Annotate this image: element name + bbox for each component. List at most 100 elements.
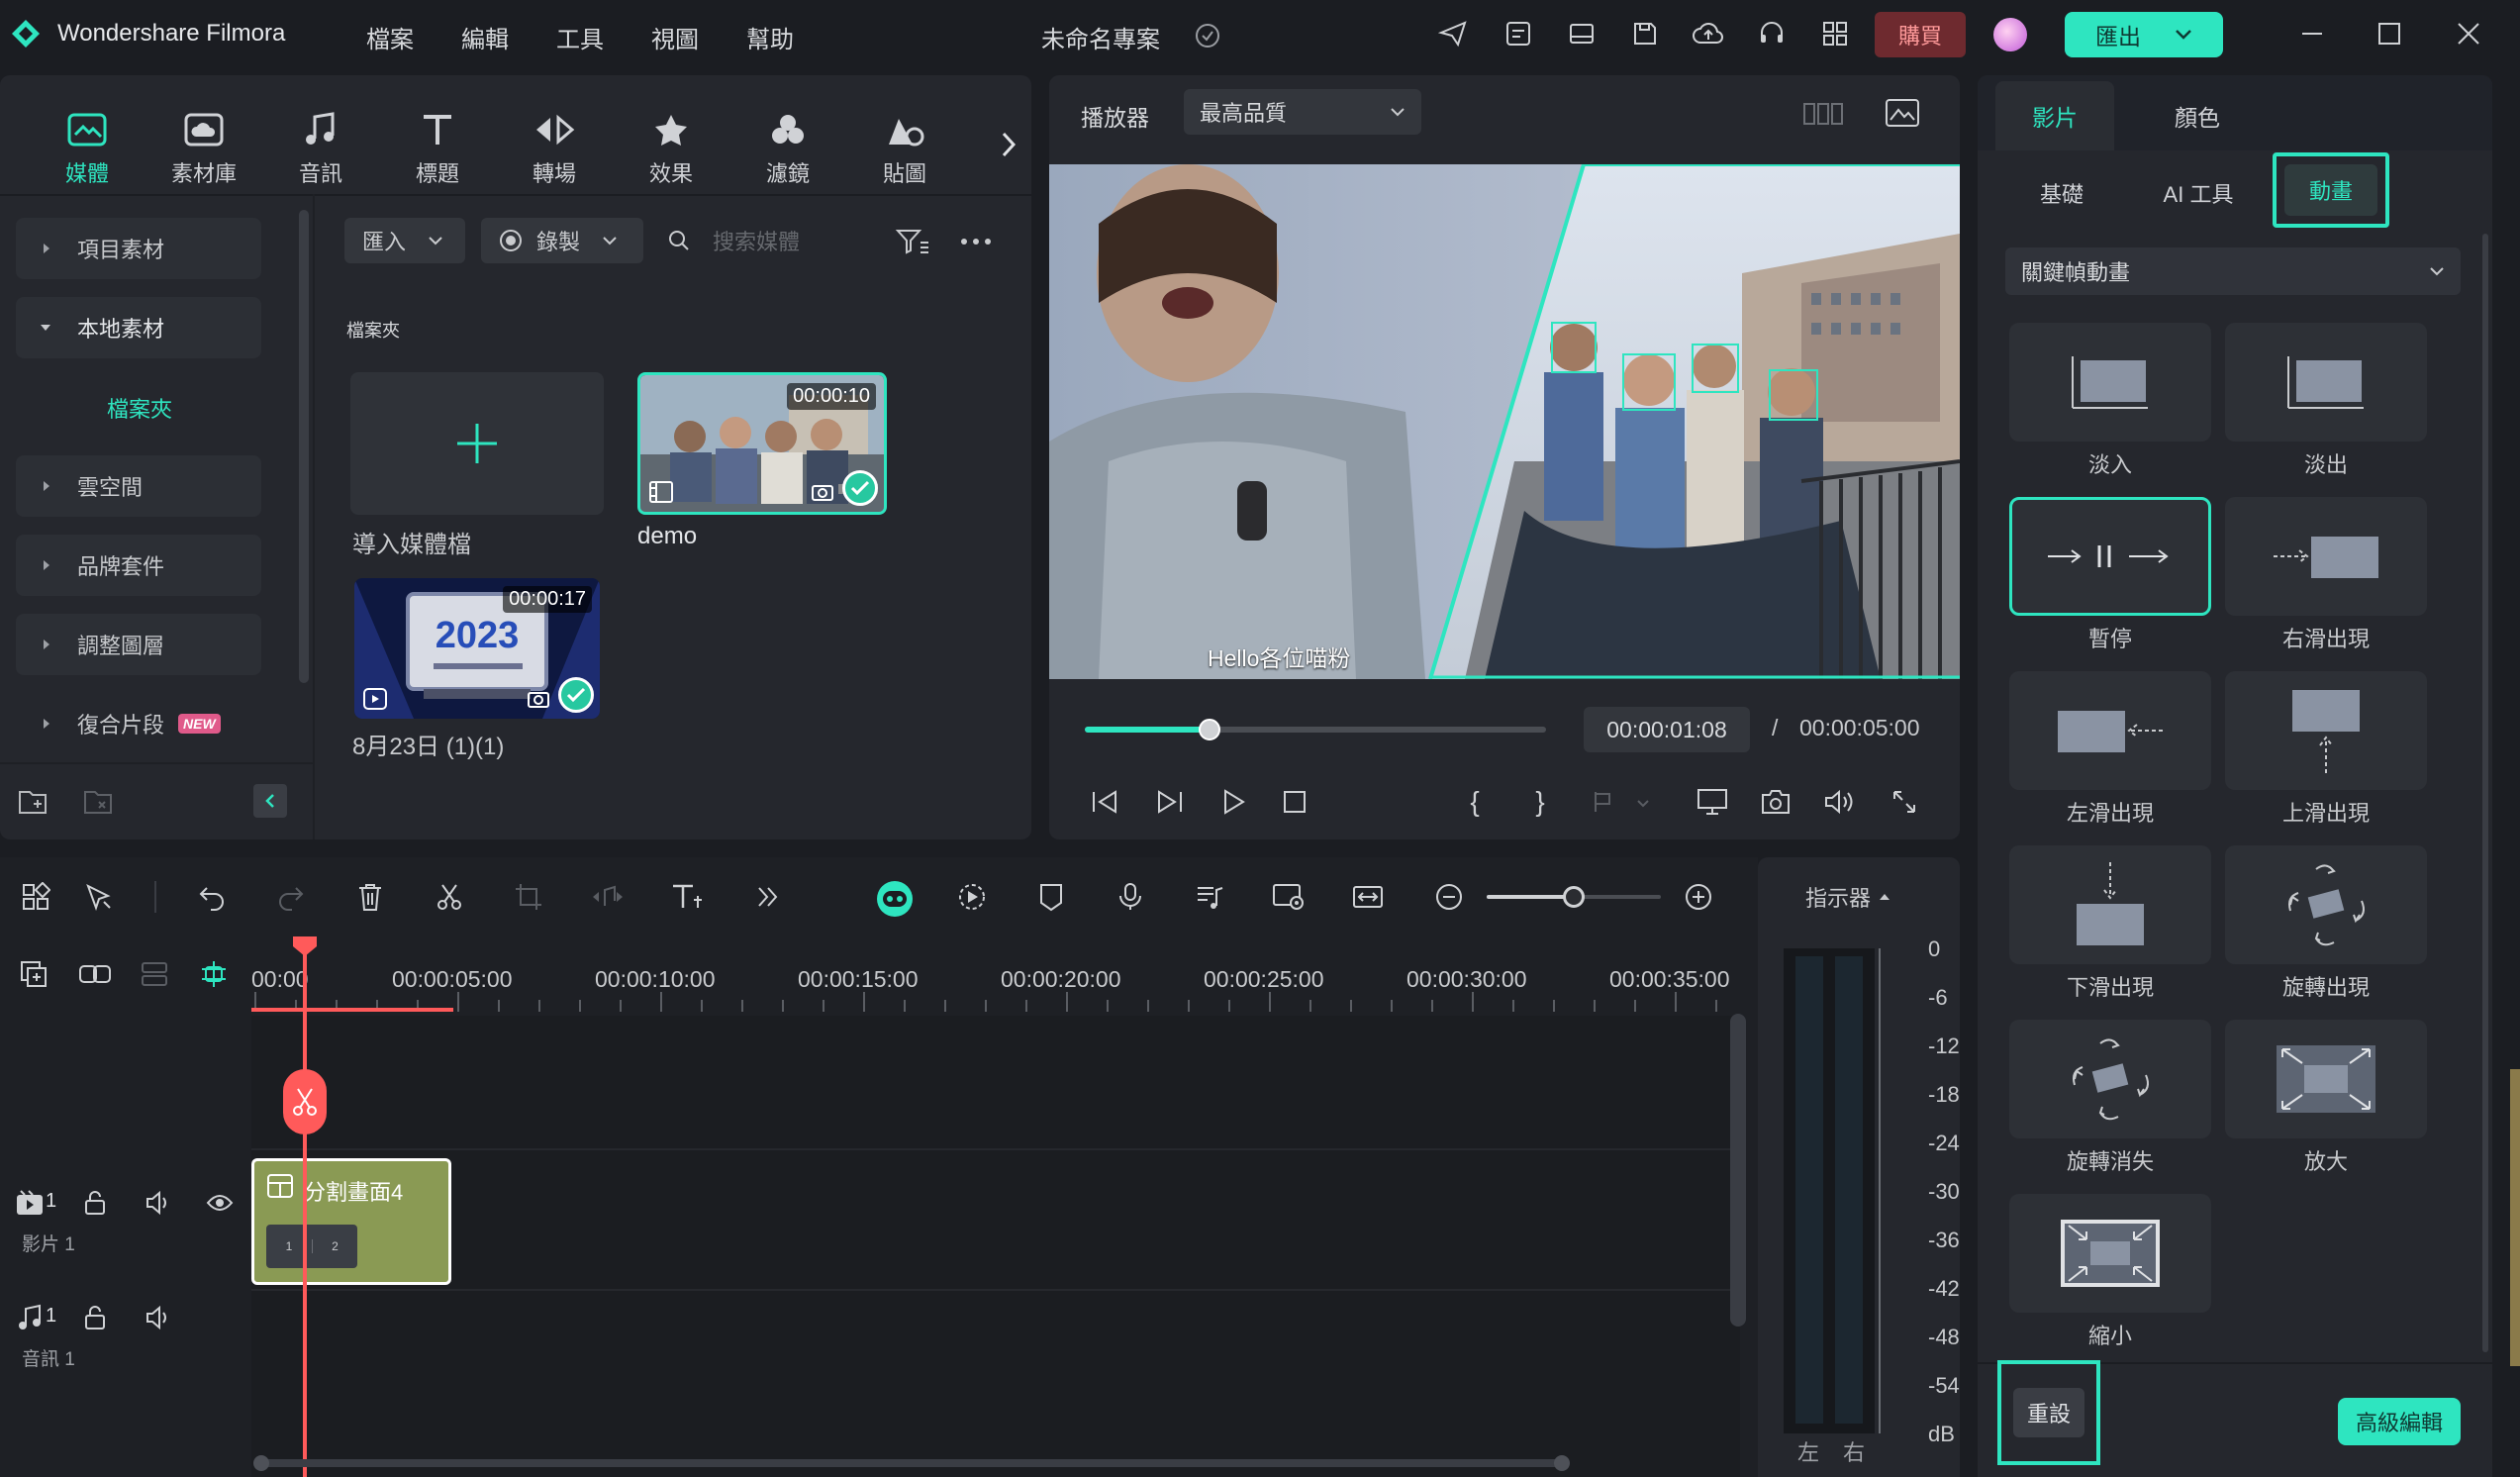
more-options-icon[interactable] [956,224,996,259]
property-scrollbar[interactable] [2482,234,2488,1352]
speaker-icon[interactable] [141,1186,176,1220]
sidebar-item-project-media[interactable]: 項目素材 [16,218,261,279]
layout-grid-icon[interactable] [16,877,55,917]
keyframe-animation-dropdown[interactable]: 關鍵幀動畫 [2005,247,2461,295]
link-clips-icon[interactable] [75,956,115,992]
anim-slide-in-right[interactable] [2225,497,2427,616]
search-input[interactable]: 搜索媒體 [667,220,865,261]
timeline-horizontal-scrollbar[interactable] [253,1455,1570,1471]
anim-zoom-in[interactable] [2225,1020,2427,1138]
camera-snapshot-icon[interactable] [1756,782,1795,822]
import-dropdown[interactable]: 匯入 [344,218,465,263]
sidebar-item-folder[interactable]: 檔案夾 [107,392,172,424]
ai-copilot-icon[interactable] [873,877,917,921]
crop-icon[interactable] [509,877,548,917]
scroll-handle-right[interactable] [1554,1455,1570,1471]
layout-icon[interactable] [1562,14,1601,53]
anim-rotate-in[interactable] [2225,845,2427,964]
buy-button[interactable]: 購買 [1875,12,1966,57]
tab-audio[interactable]: 音訊 [281,111,360,188]
tab-filters[interactable]: 濾鏡 [748,111,827,188]
progress-track[interactable] [1085,719,1546,740]
speaker-icon[interactable] [141,1301,176,1334]
marker-shield-icon[interactable] [1031,877,1071,917]
menu-view[interactable]: 視圖 [651,20,699,54]
zoom-out-minus-icon[interactable] [1429,877,1469,917]
snap-magnet-icon[interactable] [194,956,234,992]
menu-help[interactable]: 幫助 [746,20,794,54]
delete-trash-icon[interactable] [350,877,390,917]
save-icon[interactable] [1625,14,1665,53]
zoom-slider-handle[interactable] [1563,886,1585,908]
insert-marker-icon[interactable] [1586,782,1625,822]
video-preview[interactable]: Hello各位喵粉 [1049,164,1960,679]
anim-fade-in[interactable] [2009,323,2211,442]
timeline-clip-split-screen[interactable]: 分割畫面4 1 2 [251,1158,451,1285]
reset-button[interactable]: 重設 [1997,1360,2100,1465]
audio-stretch-icon[interactable] [588,877,628,917]
next-frame-icon[interactable] [1150,782,1190,822]
tab-titles[interactable]: 標題 [398,111,477,188]
timeline-tracks[interactable] [251,1016,1740,1477]
more-tools-chevrons-icon[interactable] [748,877,788,917]
zoom-in-plus-icon[interactable] [1679,877,1718,917]
new-folder-icon[interactable] [16,784,51,820]
tab-color[interactable]: 顏色 [2138,81,2257,150]
import-media-tile[interactable] [350,372,604,515]
auto-highlight-icon[interactable] [952,877,992,917]
record-dropdown[interactable]: 錄製 [481,218,643,263]
timeline-vertical-scrollbar[interactable] [1730,1014,1746,1327]
anim-zoom-out[interactable] [2009,1194,2211,1313]
advanced-edit-button[interactable]: 高級編輯 [2338,1398,2461,1445]
audio-list-icon[interactable] [1190,877,1229,917]
prev-frame-icon[interactable] [1085,782,1124,822]
tab-effects[interactable]: 效果 [631,111,711,188]
lock-icon[interactable] [77,1301,113,1334]
fullscreen-icon[interactable] [1885,782,1924,822]
display-monitor-icon[interactable] [1693,782,1732,822]
screen-record-icon[interactable] [1269,877,1308,917]
minimize-icon[interactable] [2292,14,2332,53]
anim-rotate-out[interactable] [2009,1020,2211,1138]
select-cursor-icon[interactable] [79,877,119,917]
menu-tools[interactable]: 工具 [556,20,604,54]
anim-fade-out[interactable] [2225,323,2427,442]
eye-visibility-icon[interactable] [202,1186,238,1220]
subtab-animation[interactable]: 動畫 [2273,152,2389,228]
progress-handle[interactable] [1198,719,1220,740]
headset-icon[interactable] [1752,14,1792,53]
playhead-head[interactable] [293,936,317,956]
export-button[interactable]: 匯出 [2065,12,2223,57]
zoom-slider-track[interactable] [1487,886,1661,908]
sidebar-item-local-media[interactable]: 本地素材 [16,297,261,358]
filter-sort-icon[interactable] [893,222,932,261]
tab-transitions[interactable]: 轉場 [515,111,594,188]
tab-stickers[interactable]: 貼圖 [865,111,944,188]
microphone-icon[interactable] [1111,877,1150,917]
tab-stock[interactable]: 素材庫 [164,111,243,188]
snapshot-image-icon[interactable] [1883,95,1922,131]
scissors-split-icon[interactable] [430,877,469,917]
cloud-upload-icon[interactable] [1689,14,1728,53]
sidebar-item-compound-clip[interactable]: 復合片段 NEW [16,693,261,754]
lock-icon[interactable] [77,1186,113,1220]
mark-out-icon[interactable]: } [1520,782,1560,822]
playhead-line[interactable] [303,938,307,1477]
scroll-handle-left[interactable] [253,1455,269,1471]
feedback-icon[interactable] [1499,14,1538,53]
menu-edit[interactable]: 編輯 [461,20,509,54]
add-track-icon[interactable] [16,956,51,992]
redo-icon[interactable] [271,877,311,917]
tab-media[interactable]: 媒體 [48,111,127,188]
quality-dropdown[interactable]: 最高品質 [1184,89,1421,135]
avatar[interactable] [1993,18,2027,51]
collapse-sidebar-chevron-left-icon[interactable] [253,784,287,818]
maximize-icon[interactable] [2370,14,2409,53]
menu-file[interactable]: 檔案 [366,20,414,54]
media-clip-demo[interactable]: 00:00:10 [637,372,887,515]
sidebar-item-brand-kit[interactable]: 品牌套件 [16,535,261,596]
tabs-more-chevron-right-icon[interactable] [994,125,1023,164]
anim-slide-in-down[interactable] [2009,845,2211,964]
send-icon[interactable] [1433,14,1473,53]
anim-pause[interactable] [2009,497,2211,616]
